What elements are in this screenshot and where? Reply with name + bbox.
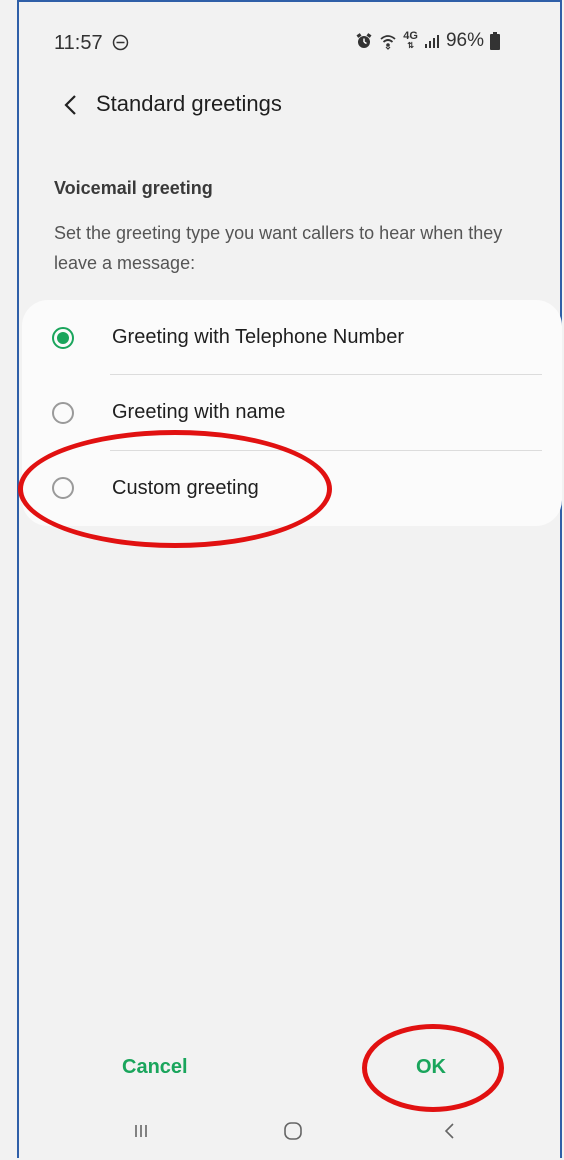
- radio-unselected-icon[interactable]: [52, 402, 74, 424]
- chevron-left-icon: [64, 95, 76, 115]
- option-label: Greeting with name: [112, 401, 286, 423]
- home-button[interactable]: [278, 1116, 308, 1146]
- section-title: Voicemail greeting: [54, 178, 213, 198]
- option-greeting-with-name[interactable]: Greeting with name: [22, 375, 562, 450]
- recent-apps-icon: [135, 1125, 147, 1137]
- home-icon: [284, 1122, 302, 1140]
- back-button[interactable]: [55, 90, 85, 120]
- navigation-bar: [19, 1100, 560, 1158]
- option-custom-greeting[interactable]: Custom greeting: [22, 451, 562, 526]
- signal-icon: [424, 33, 440, 49]
- section-description: Set the greeting type you want callers t…: [54, 223, 503, 273]
- status-time: 11:57: [54, 32, 129, 57]
- status-icons: 4G ⇅ 96%: [355, 30, 500, 52]
- screenshot-frame: [17, 0, 562, 1158]
- cancel-button[interactable]: Cancel: [122, 1056, 188, 1079]
- option-label: Custom greeting: [112, 477, 259, 499]
- option-label: Greeting with Telephone Number: [112, 326, 405, 348]
- radio-unselected-icon[interactable]: [52, 477, 74, 499]
- status-bar: 11:57 4G ⇅ 96%: [19, 0, 560, 90]
- battery-icon: [490, 32, 500, 50]
- greeting-options-card: Greeting with Telephone Number Greeting …: [22, 300, 562, 526]
- 4g-lte-icon: 4G ⇅: [403, 30, 418, 51]
- recent-apps-button[interactable]: [126, 1116, 156, 1146]
- alarm-icon: [355, 32, 373, 50]
- ok-button[interactable]: OK: [416, 1056, 446, 1079]
- nav-back-button[interactable]: [434, 1116, 464, 1146]
- option-greeting-telephone-number[interactable]: Greeting with Telephone Number: [22, 300, 562, 375]
- status-time-text: 11:57: [54, 32, 103, 54]
- back-icon: [444, 1123, 454, 1139]
- radio-selected-icon[interactable]: [52, 327, 74, 349]
- page-title: Standard greetings: [96, 91, 282, 116]
- app-header: Standard greetings: [19, 80, 560, 132]
- battery-percent: 96%: [445, 30, 484, 51]
- do-not-disturb-icon: [112, 34, 129, 57]
- wifi-icon: [379, 32, 397, 50]
